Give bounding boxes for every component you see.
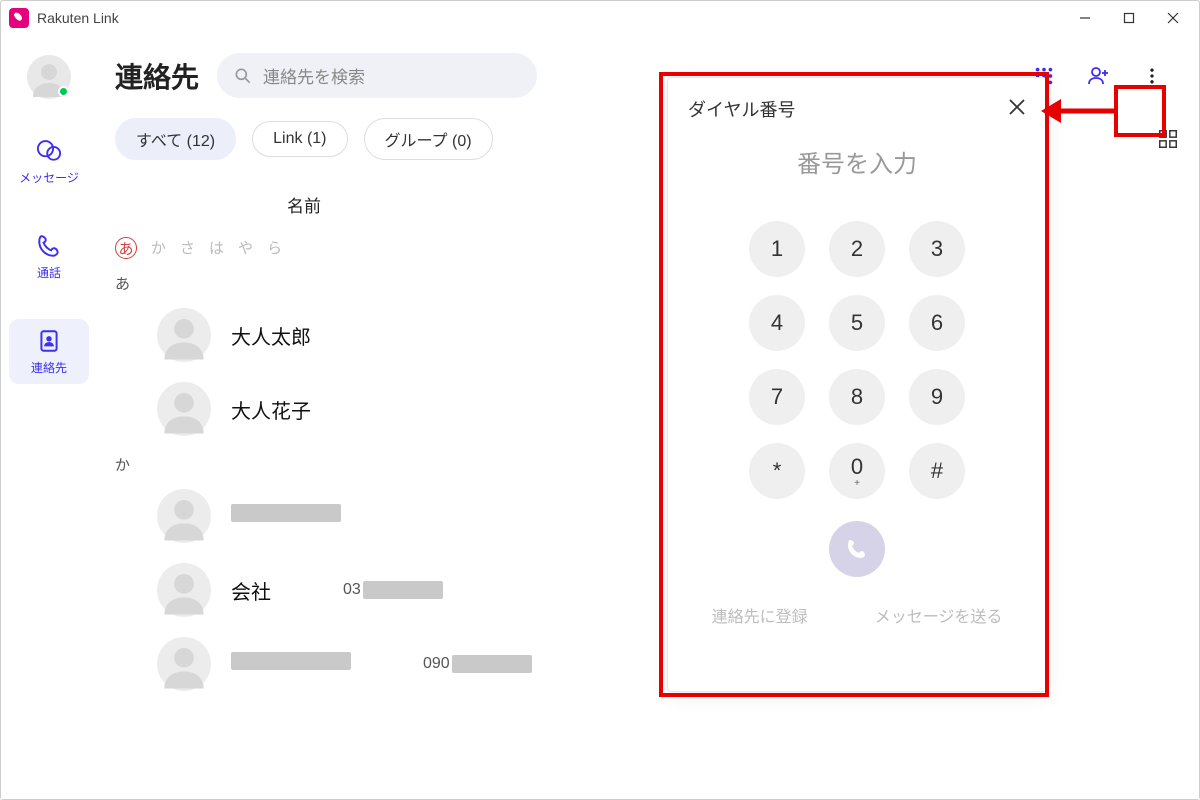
dialog-close-button[interactable] [1008, 96, 1026, 122]
call-button[interactable] [829, 521, 885, 577]
avatar [157, 489, 211, 543]
search-input[interactable]: 連絡先を検索 [217, 53, 537, 98]
nav-contacts-label: 連絡先 [31, 359, 67, 376]
kana-ya[interactable]: や [238, 237, 253, 259]
key-8[interactable]: 8 [829, 369, 885, 425]
my-avatar[interactable] [27, 55, 71, 99]
contact-name: 大人花子 [231, 395, 311, 424]
close-button[interactable] [1151, 3, 1195, 33]
kana-ka[interactable]: か [151, 237, 166, 259]
nav-messages[interactable]: メッセージ [9, 129, 89, 194]
contact-name-redacted [231, 652, 351, 676]
contact-name: 大人太郎 [231, 321, 311, 350]
window-controls [1063, 3, 1195, 33]
key-hash[interactable]: # [909, 443, 965, 499]
key-4[interactable]: 4 [749, 295, 805, 351]
contact-number: 090 [423, 655, 532, 673]
nav-messages-label: メッセージ [19, 169, 79, 186]
key-2[interactable]: 2 [829, 221, 885, 277]
dialpad-dialog: ダイヤル番号 番号を入力 1 2 3 4 5 6 7 8 9 * [667, 77, 1047, 692]
chip-all[interactable]: すべて (12) [115, 118, 236, 160]
avatar [157, 382, 211, 436]
dialog-actions: 連絡先に登録 メッセージを送る [668, 577, 1046, 637]
nav-contacts[interactable]: 連絡先 [9, 319, 89, 384]
grid-icon [1157, 128, 1179, 150]
nav-calls[interactable]: 通話 [9, 224, 89, 289]
main-content: 連絡先 連絡先を検索 [97, 35, 1199, 799]
add-contact-icon [1086, 64, 1110, 88]
contact-number: 03 [343, 581, 443, 599]
add-contact-button[interactable] [1085, 63, 1111, 89]
dialog-header: ダイヤル番号 [668, 78, 1046, 136]
avatar [157, 308, 211, 362]
phone-icon [845, 537, 869, 561]
status-online-icon [58, 86, 69, 97]
key-star[interactable]: * [749, 443, 805, 499]
key-1[interactable]: 1 [749, 221, 805, 277]
dial-input[interactable]: 番号を入力 [668, 136, 1046, 201]
contact-name-redacted [231, 504, 341, 528]
kana-ra[interactable]: ら [267, 237, 282, 259]
search-placeholder: 連絡先を検索 [263, 63, 365, 88]
keypad: 1 2 3 4 5 6 7 8 9 * 0+ # [668, 221, 1046, 499]
close-icon [1008, 98, 1026, 116]
key-3[interactable]: 3 [909, 221, 965, 277]
grid-view-button[interactable] [1155, 126, 1181, 152]
titlebar-left: Rakuten Link [9, 8, 119, 28]
dialog-title: ダイヤル番号 [688, 96, 795, 122]
avatar [157, 637, 211, 691]
app-window: Rakuten Link メッセージ [0, 0, 1200, 800]
phone-icon [35, 232, 63, 260]
page-title: 連絡先 [115, 56, 199, 96]
messages-icon [35, 137, 63, 165]
minimize-button[interactable] [1063, 3, 1107, 33]
more-menu-button[interactable] [1139, 63, 1165, 89]
search-icon [233, 66, 253, 86]
chip-group[interactable]: グループ (0) [364, 118, 493, 160]
kebab-icon [1142, 66, 1162, 86]
app-title: Rakuten Link [37, 10, 119, 26]
key-6[interactable]: 6 [909, 295, 965, 351]
contact-name: 会社 [231, 576, 271, 605]
contacts-icon [35, 327, 63, 355]
key-7[interactable]: 7 [749, 369, 805, 425]
body: メッセージ 通話 連絡先 連絡先 連絡先を検索 [1, 35, 1199, 799]
avatar [157, 563, 211, 617]
titlebar: Rakuten Link [1, 1, 1199, 35]
app-icon [9, 8, 29, 28]
key-0[interactable]: 0+ [829, 443, 885, 499]
kana-a[interactable]: あ [115, 237, 137, 259]
maximize-button[interactable] [1107, 3, 1151, 33]
kana-sa[interactable]: さ [180, 237, 195, 259]
add-to-contacts-button[interactable]: 連絡先に登録 [712, 603, 808, 627]
key-9[interactable]: 9 [909, 369, 965, 425]
nav-calls-label: 通話 [37, 264, 61, 281]
chip-link[interactable]: Link (1) [252, 121, 347, 157]
header-actions [1031, 63, 1171, 89]
send-message-button[interactable]: メッセージを送る [875, 603, 1003, 627]
key-5[interactable]: 5 [829, 295, 885, 351]
left-nav: メッセージ 通話 連絡先 [1, 35, 97, 799]
kana-ha[interactable]: は [209, 237, 224, 259]
